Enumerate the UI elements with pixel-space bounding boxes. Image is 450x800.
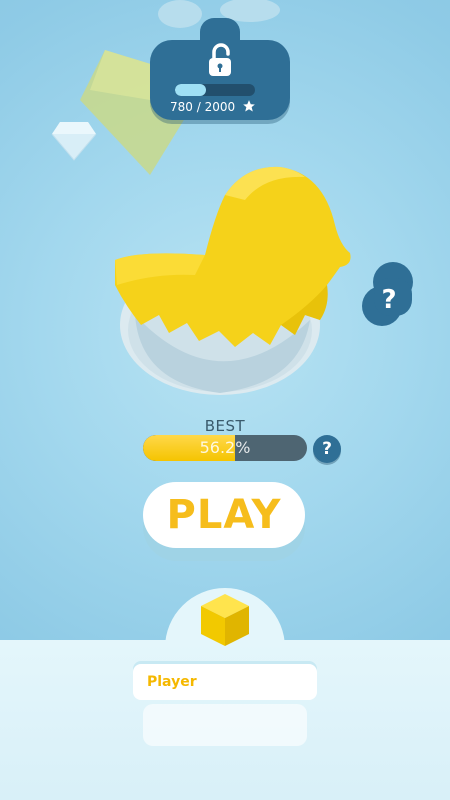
hint-button[interactable]: ? — [360, 260, 418, 332]
unlock-progress-bar — [175, 84, 255, 96]
star-icon — [243, 100, 255, 112]
unlock-progress-fill — [175, 84, 207, 96]
duck-character-egg — [115, 166, 351, 395]
lock-open-icon — [209, 43, 231, 76]
play-label: PLAY — [166, 492, 282, 538]
blue-diamond-decoration — [51, 122, 97, 161]
name-field-shadow — [143, 704, 307, 746]
best-percent-text: 56.2% — [199, 438, 251, 457]
best-progress-bar: 56.2% — [143, 435, 307, 461]
hint-question-icon: ? — [381, 285, 396, 315]
best-help-button[interactable]: ? — [313, 435, 341, 463]
play-button[interactable]: PLAY — [143, 482, 305, 548]
player-name-text: Player — [147, 674, 197, 690]
cube-skin-icon[interactable] — [195, 590, 255, 650]
best-label: BEST — [204, 417, 246, 435]
player-name-field[interactable]: Player — [133, 664, 317, 700]
